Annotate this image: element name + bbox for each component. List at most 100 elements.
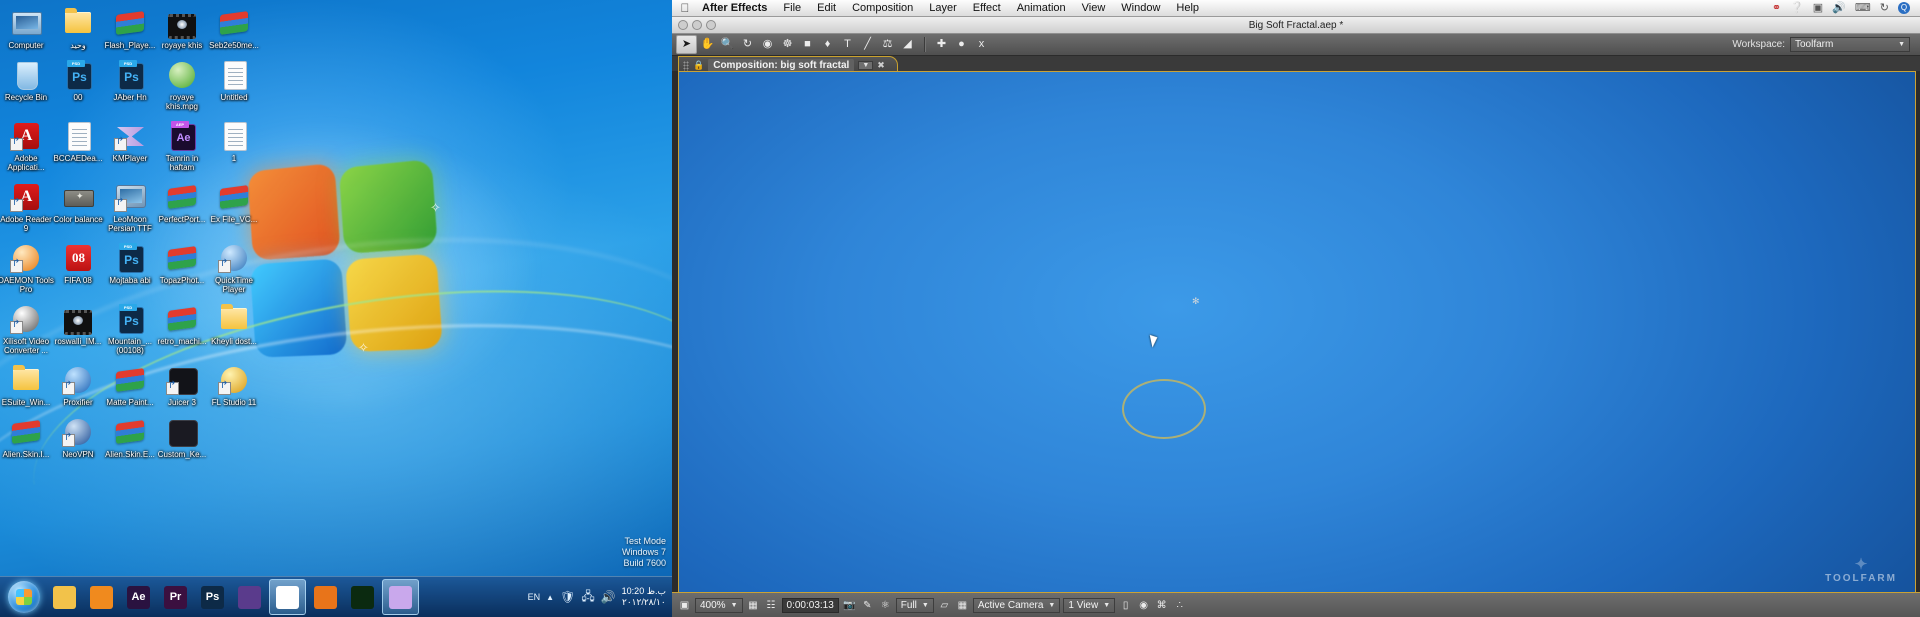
desktop-icon[interactable]: وحید	[52, 6, 104, 50]
mask-ellipse-shape[interactable]	[1122, 379, 1206, 439]
apple-logo-icon[interactable]: 	[676, 2, 694, 14]
desktop-icon[interactable]: 08 FIFA 08	[52, 241, 104, 294]
desktop-icon[interactable]: Ae AEP Tamrin in haftam	[156, 119, 208, 172]
desktop-icon[interactable]: AAdobe Applicati...	[0, 119, 52, 172]
reset-exposure-icon[interactable]: ∴	[1172, 598, 1187, 613]
taskbar-button-matrix-screensaver[interactable]	[345, 580, 380, 614]
volume-icon[interactable]: 🔊	[601, 590, 616, 604]
lock-icon[interactable]: 🔒	[693, 60, 704, 71]
panel-grip-icon[interactable]	[683, 60, 689, 71]
desktop-icon[interactable]: retro_machi...	[156, 302, 208, 355]
bird-icon[interactable]: ⚭	[1772, 2, 1781, 14]
desktop-icon[interactable]: Flash_Playe...	[104, 6, 156, 50]
camera-view-dropdown[interactable]: Active Camera ▼	[972, 597, 1061, 613]
security-shield-icon[interactable]: 🛡	[560, 590, 575, 604]
desktop-icon[interactable]: 1	[208, 119, 260, 172]
grid-options-icon[interactable]: ▦	[746, 598, 761, 613]
account-icon[interactable]: Q	[1898, 2, 1910, 14]
comp-flowchart-icon[interactable]: ⌘	[1154, 598, 1169, 613]
desktop-icon[interactable]: Untitled	[208, 58, 260, 111]
rotation-tool[interactable]: ↻	[738, 36, 757, 53]
desktop-icon[interactable]: Kheyli dost...	[208, 302, 260, 355]
shape-tool[interactable]: ♦	[818, 36, 837, 53]
start-button[interactable]	[2, 579, 46, 615]
taskbar-button-kmplayer[interactable]	[382, 579, 419, 615]
taskbar-button-after-effects[interactable]: Ae	[121, 580, 156, 614]
resolution-dropdown[interactable]: Full ▼	[895, 597, 934, 613]
desktop-icon[interactable]: Ps PSD Mojtaba abi	[104, 241, 156, 294]
composition-canvas[interactable]: ✻ ✦ TOOLFARM	[678, 71, 1916, 595]
desktop-icon[interactable]: Color balance	[52, 180, 104, 233]
tray-show-hidden-icon[interactable]: ▲	[546, 593, 554, 602]
menu-item-window[interactable]: Window	[1113, 0, 1168, 16]
region-of-interest-icon[interactable]: ☷	[764, 598, 779, 613]
workspace-dropdown[interactable]: Toolfarm ▼	[1790, 37, 1910, 52]
toggle-mask-icon[interactable]: ◉	[1136, 598, 1151, 613]
desktop-icon[interactable]: Ps PSD Mountain_... (00108)	[104, 302, 156, 355]
menu-item-effect[interactable]: Effect	[965, 0, 1009, 16]
orbit-camera-tool[interactable]: ◉	[758, 36, 777, 53]
volume-icon[interactable]: 🔊	[1832, 2, 1846, 14]
clone-stamp-tool[interactable]: ⚖	[878, 36, 897, 53]
mac-menu-bar[interactable]:  After Effects File Edit Composition La…	[672, 0, 1920, 17]
ae-tools-toolbar[interactable]: ➤ ✋ 🔍 ↻ ◉ ☸ ■ ♦ T ╱ ⚖ ◢ ✚ ● x Workspace:…	[672, 34, 1920, 56]
chevron-down-icon[interactable]: ▼	[858, 61, 874, 70]
desktop-icon[interactable]: FL Studio 11	[208, 363, 260, 407]
help-icon[interactable]: ❔	[1790, 2, 1804, 14]
always-preview-icon[interactable]: ▣	[677, 598, 692, 613]
close-icon[interactable]: ✖	[877, 60, 885, 71]
desktop-icon[interactable]: Seb2e50me...	[208, 6, 260, 50]
region-toggle-icon[interactable]: ▱	[937, 598, 952, 613]
display-icon[interactable]: ▣	[1813, 2, 1823, 14]
menu-item-file[interactable]: File	[775, 0, 809, 16]
take-snapshot-icon[interactable]: 📷	[842, 598, 857, 613]
menu-item-animation[interactable]: Animation	[1009, 0, 1074, 16]
desktop-icon[interactable]: PerfectPort...	[156, 180, 208, 233]
taskbar-button-firefox-browser[interactable]	[308, 580, 343, 614]
desktop-icon[interactable]: Recycle Bin	[0, 58, 52, 111]
desktop-icon[interactable]: royaye khis	[156, 6, 208, 50]
puppet-pin-tool[interactable]: ✚	[932, 36, 951, 53]
clock[interactable]: 10:20 ب.ظ ۲۰۱۲/۲۸/۱۰	[622, 586, 666, 608]
current-timecode[interactable]: 0:00:03:13	[781, 597, 839, 613]
taskbar-button-google-chrome[interactable]	[269, 579, 306, 615]
desktop-icon[interactable]: roswalli_IM...	[52, 302, 104, 355]
composition-bottom-bar[interactable]: ▣ 400% ▼ ▦ ☷ 0:00:03:13 📷 ✎ ⚛ Full ▼ ▱ ▦…	[672, 592, 1920, 617]
desktop-icon[interactable]: Alien.Skin.I...	[0, 415, 52, 459]
pan-behind-tool[interactable]: ■	[798, 36, 817, 53]
workspace-selector[interactable]: Workspace: Toolfarm ▼	[1732, 37, 1916, 52]
selection-tool[interactable]: ➤	[676, 35, 697, 54]
desktop-icon[interactable]: Juicer 3	[156, 363, 208, 407]
unified-camera-tool[interactable]: ☸	[778, 36, 797, 53]
windows-desktop[interactable]: ✧ ✧ Computer وحید Flash_Playe... royaye khi…	[0, 0, 672, 617]
view-layout-dropdown[interactable]: 1 View ▼	[1063, 597, 1116, 613]
hand-tool[interactable]: ✋	[698, 36, 717, 53]
desktop-icon[interactable]: TopazPhot...	[156, 241, 208, 294]
magnification-dropdown[interactable]: 400% ▼	[695, 597, 743, 613]
menu-item-view[interactable]: View	[1074, 0, 1114, 16]
type-tool[interactable]: T	[838, 36, 857, 53]
taskbar-button-opera-browser[interactable]	[232, 580, 267, 614]
desktop-icon[interactable]: Custom_Ke...	[156, 415, 208, 459]
tray-language-indicator[interactable]: EN	[528, 592, 541, 602]
toggle-guides-icon[interactable]: ▯	[1118, 598, 1133, 613]
desktop-icon[interactable]: NeoVPN	[52, 415, 104, 459]
show-snapshot-icon[interactable]: ✎	[860, 598, 875, 613]
desktop-icon[interactable]: Ps PSD 00	[52, 58, 104, 111]
input-source-icon[interactable]: ⌨	[1855, 2, 1871, 14]
composition-viewer[interactable]: ✻ ✦ TOOLFARM	[672, 71, 1920, 595]
taskbar-button-photoshop[interactable]: Ps	[195, 580, 230, 614]
refine-edge-tool[interactable]: x	[972, 36, 991, 53]
menu-item-composition[interactable]: Composition	[844, 0, 921, 16]
menu-item-layer[interactable]: Layer	[921, 0, 965, 16]
desktop-icon[interactable]: KMPlayer	[104, 119, 156, 172]
eraser-tool[interactable]: ◢	[898, 36, 917, 53]
desktop-icon[interactable]: BCCAEDea...	[52, 119, 104, 172]
desktop-icon[interactable]: Proxifier	[52, 363, 104, 407]
desktop-icon[interactable]: Xilisoft Video Converter ...	[0, 302, 52, 355]
menu-item-help[interactable]: Help	[1168, 0, 1207, 16]
desktop-icon[interactable]: Alien.Skin.E...	[104, 415, 156, 459]
windows-taskbar[interactable]: Ae Pr Ps EN ▲ 🛡 🖧 🔊 10:20 ب.ظ ۲۰۱۲/۲۸/۱۰	[0, 576, 672, 617]
desktop-icon[interactable]: AAdobe Reader 9	[0, 180, 52, 233]
taskbar-button-premiere-pro[interactable]: Pr	[158, 580, 193, 614]
